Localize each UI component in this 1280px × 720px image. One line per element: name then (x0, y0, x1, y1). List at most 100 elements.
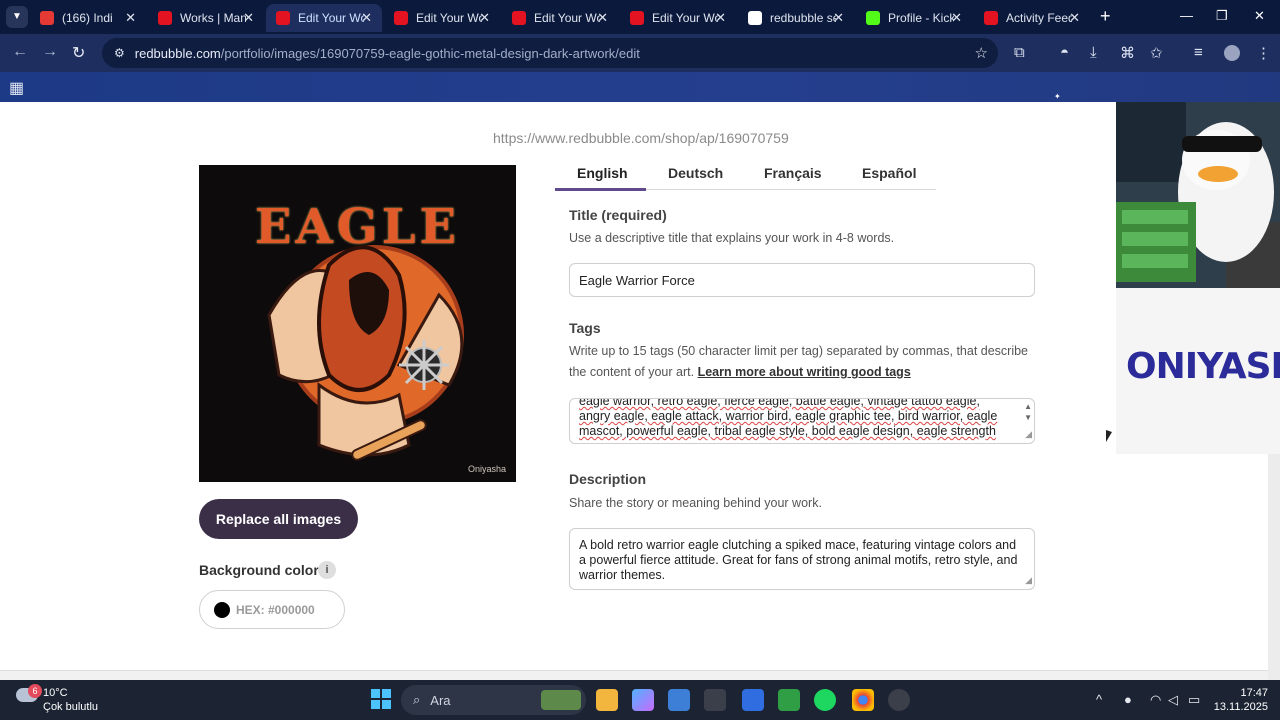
close-window-icon[interactable]: ✕ (1254, 8, 1265, 24)
tab-english[interactable]: English (577, 165, 628, 181)
description-label: Description (569, 471, 647, 487)
horizontal-scrollbar[interactable] (0, 670, 1268, 680)
artwork-watermark: Oniyasha (467, 464, 506, 474)
tab-strip: ▼ (166) Indi✕Works | Mana✕Edit Your Wo✕E… (0, 0, 1280, 34)
resize-handle-icon[interactable]: ◢ (1025, 427, 1032, 442)
browser-tab[interactable]: (166) Indi ✕ (30, 4, 146, 32)
title-label: Title (required) (569, 207, 667, 223)
incognito-icon[interactable]: ◓ (1060, 44, 1069, 61)
tab-label: Activity Feed (1006, 11, 1072, 25)
tab-favicon-icon (984, 11, 998, 25)
temperature: 10°C (43, 687, 68, 699)
description-text: A bold retro warrior eagle clutching a s… (579, 538, 1018, 582)
tab-deutsch[interactable]: Deutsch (668, 165, 723, 181)
url-path: /portfolio/images/169070759-eagle-gothic… (220, 45, 640, 61)
file-explorer-icon[interactable] (596, 689, 618, 711)
clock[interactable]: 17:47 13.11.2025 (1214, 686, 1268, 714)
address-bar[interactable]: ⚙ redbubble.com/portfolio/images/1690707… (102, 38, 998, 68)
site-info-icon[interactable]: ⚙ (114, 46, 125, 60)
editor-icon[interactable] (742, 689, 764, 711)
tab-close-icon[interactable]: ✕ (951, 10, 962, 26)
tags-help: Write up to 15 tags (50 character limit … (569, 341, 1039, 383)
resize-handle-icon[interactable]: ◢ (1025, 573, 1032, 588)
tab-close-icon[interactable]: ✕ (833, 10, 844, 26)
favorites-icon[interactable]: ✩ (1150, 44, 1163, 62)
media-control-icon[interactable]: ≡ (1194, 44, 1203, 61)
apps-grid-icon[interactable]: ▦ (9, 78, 24, 98)
chrome-icon[interactable] (852, 689, 874, 711)
extensions-icon[interactable]: ⧉ (1014, 44, 1025, 61)
download-icon[interactable]: ⤓ (1090, 44, 1097, 61)
wifi-icon[interactable]: ◠ (1150, 692, 1161, 708)
replace-all-images-button[interactable]: Replace all images (199, 499, 358, 539)
color-swatch[interactable] (214, 601, 230, 618)
obs-icon[interactable] (888, 689, 910, 711)
minimize-icon[interactable]: — (1180, 8, 1193, 23)
tab-search-button[interactable]: ▼ (6, 6, 28, 28)
description-textarea[interactable]: A bold retro warrior eagle clutching a s… (569, 528, 1035, 590)
tab-favicon-icon (512, 11, 526, 25)
bookmark-star-icon[interactable]: ☆ (975, 44, 988, 62)
hex-value: HEX: #000000 (236, 602, 315, 617)
reload-icon[interactable]: ↻ (72, 43, 85, 63)
artwork-preview: EAGLE Oniyasha (199, 165, 516, 482)
tab-close-icon[interactable]: ✕ (597, 10, 608, 26)
menu-kebab-icon[interactable]: ⋮ (1256, 44, 1271, 62)
tab-close-icon[interactable]: ✕ (243, 10, 254, 26)
browser-tab[interactable]: Works | Mana✕ (148, 4, 264, 32)
tab-close-icon[interactable]: ✕ (479, 10, 490, 26)
mouse-cursor-icon (1106, 430, 1112, 442)
tags-line: eagle warrior, retro eagle, fierce eagle… (579, 398, 980, 408)
tab-close-icon[interactable]: ✕ (361, 10, 372, 26)
browser-tab[interactable]: Profile - Kick ✕ (856, 4, 972, 32)
back-icon[interactable]: ← (12, 43, 28, 61)
browser-tab[interactable]: Edit Your Wo ✕ (620, 4, 736, 32)
restore-icon[interactable]: ❐ (1216, 8, 1228, 24)
xbox-icon[interactable] (778, 689, 800, 711)
browser-tab[interactable]: redbubble se ✕ (738, 4, 854, 32)
store-icon[interactable] (668, 689, 690, 711)
taskbar-search[interactable]: ⌕ Ara (401, 685, 586, 715)
tab-close-icon[interactable]: ✕ (715, 10, 726, 26)
tab-espanol[interactable]: Español (862, 165, 916, 181)
start-button[interactable] (371, 689, 391, 709)
browser-tab[interactable]: Edit Your Wo ✕ (266, 4, 382, 32)
info-icon[interactable]: i (318, 561, 336, 579)
volume-icon[interactable]: ◁ (1168, 692, 1178, 708)
tags-textarea[interactable]: eagle warrior, retro eagle, fierce eagle… (569, 398, 1035, 444)
title-input[interactable]: Eagle Warrior Force (569, 263, 1035, 297)
tags-line: angry eagle, eagle attack, warrior bird,… (579, 409, 998, 423)
background-hex-field[interactable]: HEX: #000000 (199, 590, 345, 629)
forward-icon[interactable]: → (42, 43, 58, 61)
side-advertisement[interactable]: ONIYASHA (1116, 102, 1280, 454)
browser-tab[interactable]: Edit Your Wo ✕ (384, 4, 500, 32)
tab-close-icon[interactable]: ✕ (1069, 10, 1080, 26)
tags-line: mascot, powerful eagle, tribal eagle sty… (579, 424, 996, 438)
browser-tab[interactable]: Edit Your Wo ✕ (502, 4, 618, 32)
app-icon[interactable] (704, 689, 726, 711)
ad-illustration[interactable] (1116, 102, 1280, 288)
ad-brand-logo: ONIYASHA (1126, 346, 1280, 387)
spotify-icon[interactable] (814, 689, 836, 711)
microphone-icon[interactable]: ● (1124, 692, 1132, 707)
windows-taskbar: 6 10°C Çok bulutlu ⌕ Ara ^ ● ◠ ◁ ▭ 17:47… (0, 680, 1280, 720)
battery-icon[interactable]: ▭ (1188, 692, 1200, 708)
title-help: Use a descriptive title that explains yo… (569, 231, 895, 245)
page-scrollbar[interactable] (1268, 454, 1280, 680)
search-highlight-image (541, 690, 581, 710)
tags-scroll-arrows[interactable]: ▲ ▼ (1024, 401, 1032, 423)
tab-francais[interactable]: Français (764, 165, 822, 181)
active-tab-indicator (555, 188, 646, 191)
profile-avatar[interactable] (1224, 45, 1240, 61)
bookmarks-bar: ▦ ✦ (0, 72, 1280, 102)
tab-label: Profile - Kick (888, 11, 954, 25)
shop-url[interactable]: https://www.redbubble.com/shop/ap/169070… (493, 130, 789, 146)
tray-overflow-icon[interactable]: ^ (1096, 692, 1102, 707)
browser-tab[interactable]: Activity Feed ✕ (974, 4, 1090, 32)
translate-icon[interactable]: ⌘ (1120, 44, 1135, 62)
tags-help-link[interactable]: Learn more about writing good tags (698, 365, 911, 379)
new-tab-button[interactable]: + (1100, 6, 1111, 27)
language-tabs: English Deutsch Français Español (555, 156, 936, 191)
copilot-icon[interactable] (632, 689, 654, 711)
tab-close-icon[interactable]: ✕ (125, 10, 136, 26)
